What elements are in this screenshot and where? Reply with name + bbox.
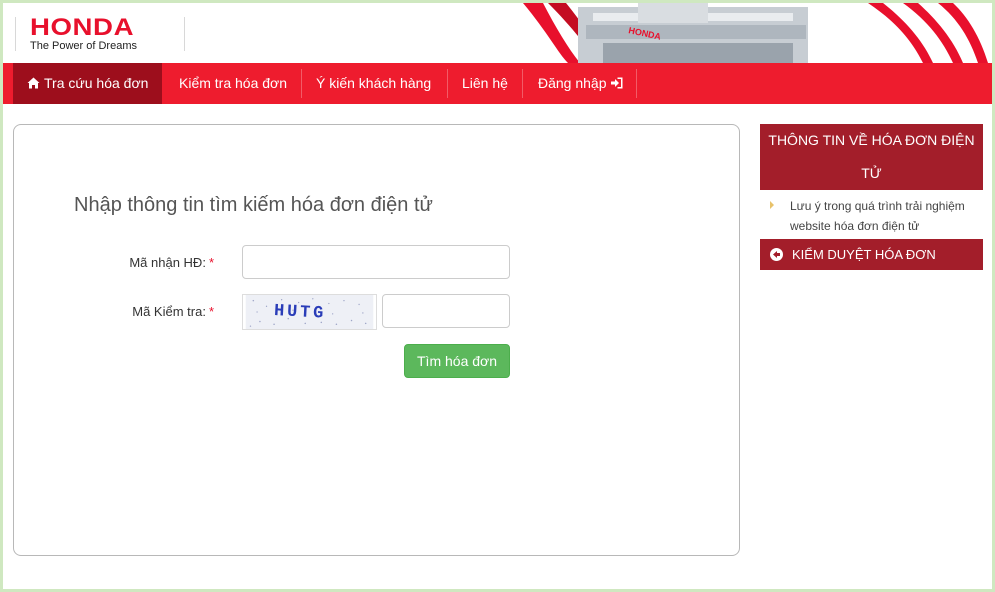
review-invoice-label: KIỂM DUYỆT HÓA ĐƠN	[792, 247, 936, 262]
nav-label: Đăng nhập	[538, 75, 607, 91]
nav-item-invoice-lookup[interactable]: Tra cứu hóa đơn	[13, 63, 163, 104]
nav-divider	[522, 69, 523, 98]
bullet-icon	[770, 201, 774, 209]
header-divider	[184, 17, 185, 51]
nav-item-customer-feedback[interactable]: Ý kiến khách hàng	[302, 63, 445, 104]
nav-item-sign-in[interactable]: Đăng nhập	[524, 63, 637, 104]
nav-label: Tra cứu hóa đơn	[44, 75, 149, 91]
nav-label: Ý kiến khách hàng	[316, 75, 432, 91]
factory-banner-image: HONDA	[518, 3, 992, 63]
sidebar-heading: THÔNG TIN VỀ HÓA ĐƠN ĐIỆN TỬ	[760, 124, 983, 190]
nav-divider	[636, 69, 637, 98]
sidebar-item-notes[interactable]: Lưu ý trong quá trình trải nghiệm websit…	[766, 196, 986, 236]
site-header: HONDA The Power of Dreams HONDA	[3, 3, 992, 63]
invoice-search-panel: Nhập thông tin tìm kiếm hóa đơn điện tử …	[13, 124, 740, 556]
sidebar-list: Lưu ý trong quá trình trải nghiệm websit…	[766, 196, 986, 236]
review-invoice-button[interactable]: KIỂM DUYỆT HÓA ĐƠN	[760, 239, 983, 270]
form-title: Nhập thông tin tìm kiếm hóa đơn điện tử	[74, 194, 433, 216]
honda-logo[interactable]: HONDA The Power of Dreams	[15, 16, 137, 52]
circle-arrow-left-icon	[770, 248, 783, 261]
main-navbar: Tra cứu hóa đơn Kiểm tra hóa đơn Ý kiến …	[3, 63, 992, 104]
required-mark: *	[208, 304, 214, 319]
required-mark: *	[208, 255, 214, 270]
check-code-input[interactable]	[382, 294, 510, 328]
invoice-code-label: Mã nhận HĐ: *	[129, 255, 214, 270]
invoice-code-input[interactable]	[242, 245, 510, 279]
search-invoice-button[interactable]: Tìm hóa đơn	[404, 344, 510, 378]
nav-item-check-invoice[interactable]: Kiểm tra hóa đơn	[165, 63, 301, 104]
brand-tagline: The Power of Dreams	[30, 40, 137, 52]
home-icon	[27, 77, 40, 89]
nav-item-contact[interactable]: Liên hệ	[448, 63, 522, 104]
sidebar-item-label: Lưu ý trong quá trình trải nghiệm websit…	[790, 199, 965, 233]
check-code-label: Mã Kiểm tra: *	[132, 304, 214, 319]
captcha-text: HUTG	[274, 302, 327, 324]
nav-label: Liên hệ	[462, 75, 508, 91]
brand-name: HONDA	[30, 14, 135, 41]
captcha-image[interactable]: HUTG	[242, 294, 377, 330]
nav-label: Kiểm tra hóa đơn	[179, 75, 288, 91]
sign-in-icon	[610, 77, 623, 89]
